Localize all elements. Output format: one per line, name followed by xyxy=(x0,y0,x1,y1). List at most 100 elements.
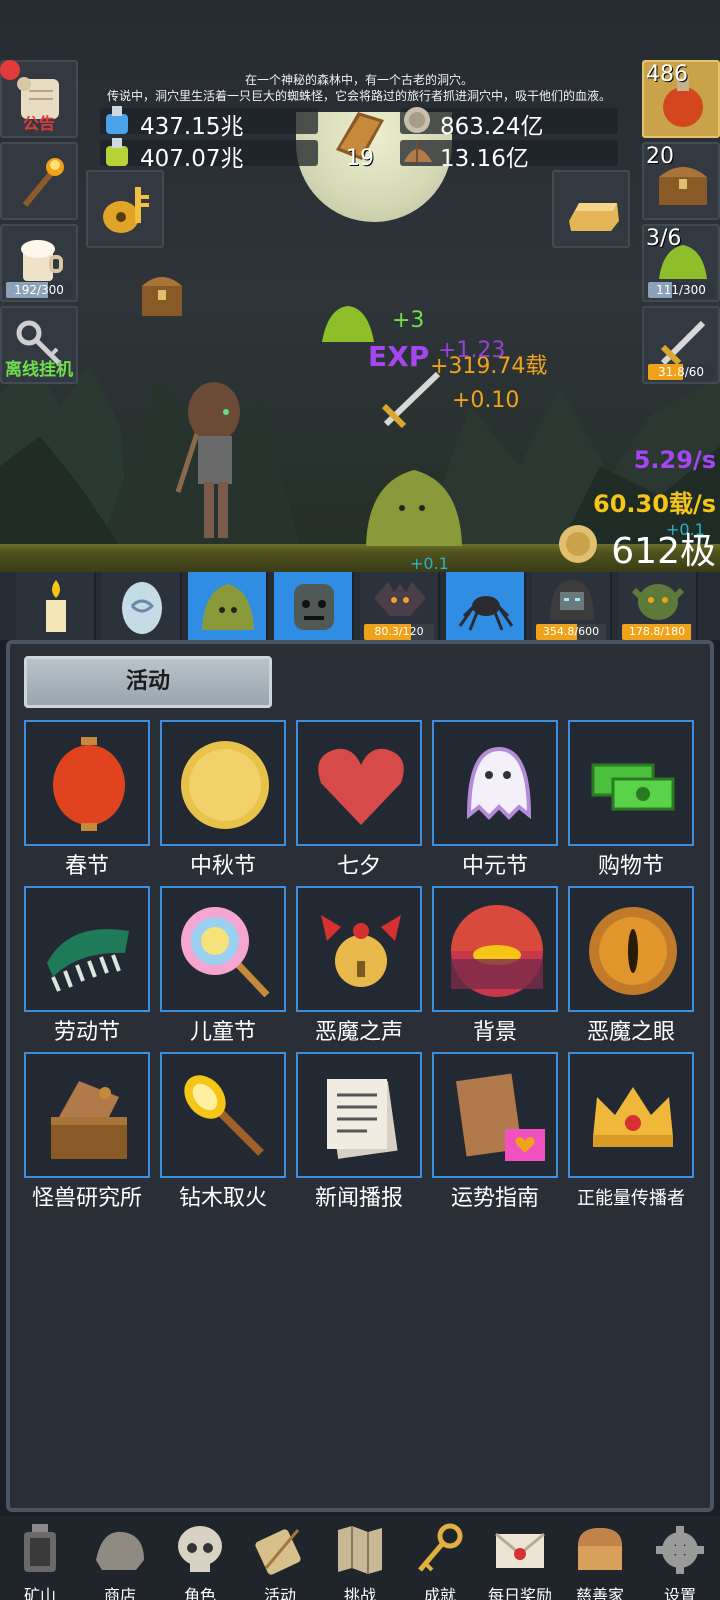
activity-label: 中秋节 xyxy=(189,854,256,879)
nav-challenge[interactable]: 挑战 xyxy=(320,1516,400,1600)
monster-slot-spider[interactable] xyxy=(446,572,526,640)
gold-bar-button[interactable] xyxy=(552,170,630,248)
scrub-brush-icon xyxy=(47,929,129,992)
nav-daily-reward[interactable]: 每日奖励 xyxy=(480,1516,560,1600)
sword-button[interactable]: 31.8/60 xyxy=(642,306,720,384)
potion-shop-button[interactable]: 486 xyxy=(642,60,720,138)
shell-icon xyxy=(404,142,432,162)
monster-slot-zombie[interactable] xyxy=(274,572,354,640)
activity-label: 儿童节 xyxy=(189,1020,256,1045)
red-lantern-icon xyxy=(53,737,125,831)
activity-icon-box xyxy=(160,720,286,846)
treasure-chest-drop-icon xyxy=(142,277,182,316)
monster-slot-candle[interactable] xyxy=(16,572,96,640)
shell-value: 13.16亿 xyxy=(440,146,529,172)
notice-button[interactable]: 公告 xyxy=(0,60,78,138)
newspaper-icon xyxy=(327,1079,398,1159)
activity-fortune-guide[interactable]: 运势指南 xyxy=(432,1052,558,1211)
sword-progress-bar: 31.8/60 xyxy=(648,364,714,380)
slime-button[interactable]: 3/6 111/300 xyxy=(642,224,720,302)
nav-character[interactable]: 角色 xyxy=(160,1516,240,1600)
blue-potion-resource: 437.15兆 xyxy=(100,106,318,140)
activity-panel: 活动 春节 中秋节 七夕 中元节 购物节 劳动节 儿童节 恶魔之声 背景 恶魔之… xyxy=(6,640,714,1512)
milk-button[interactable]: 192/300 xyxy=(0,224,78,302)
scroll-icon xyxy=(255,1529,301,1575)
activity-spring-festival[interactable]: 春节 xyxy=(24,720,150,879)
bread-icon xyxy=(578,1528,622,1570)
activity-qixi[interactable]: 七夕 xyxy=(296,720,422,879)
torch-button[interactable] xyxy=(0,142,78,220)
activity-fire-drill[interactable]: 钻木取火 xyxy=(160,1052,286,1211)
nav-philanthropist[interactable]: 慈善家 xyxy=(560,1516,640,1600)
torch-icon xyxy=(22,158,64,207)
exp-float-plus3: +3 xyxy=(392,308,425,333)
activity-shopping-festival[interactable]: 购物节 xyxy=(568,720,694,879)
ghost-hp-bar: 354.8/600 xyxy=(536,624,606,640)
nav-shop[interactable]: 商店 xyxy=(80,1516,160,1600)
activity-icon-box xyxy=(432,720,558,846)
story-line-1: 在一个神秘的森林中，有一个古老的洞穴。 xyxy=(244,73,473,87)
ghost-icon xyxy=(466,746,532,820)
monster-slot-bat[interactable]: 80.3/120 xyxy=(360,572,440,640)
milk-mug-icon xyxy=(21,240,63,281)
activity-label: 春节 xyxy=(64,854,109,879)
activity-mid-autumn[interactable]: 中秋节 xyxy=(160,720,286,879)
activity-positive-energy[interactable]: 正能量传播者 xyxy=(568,1052,694,1210)
lantern-icon xyxy=(24,1524,56,1572)
shell-resource: 13.16亿 xyxy=(400,140,618,172)
book-count: 19 xyxy=(346,146,374,171)
activity-icon-box xyxy=(296,1052,422,1178)
activity-label: 正能量传播者 xyxy=(577,1188,685,1209)
activity-demon-voice[interactable]: 恶魔之声 xyxy=(296,886,422,1045)
heart-icon xyxy=(318,748,404,825)
activity-label: 劳动节 xyxy=(53,1020,120,1045)
nav-mine[interactable]: 矿山 xyxy=(0,1516,80,1600)
sword-progress-text: 31.8/60 xyxy=(657,365,705,379)
activity-labor-day[interactable]: 劳动节 xyxy=(24,886,150,1045)
nav-settings[interactable]: 设置 xyxy=(640,1516,720,1600)
nav-label: 挑战 xyxy=(343,1586,376,1600)
slime-monster-icon xyxy=(202,584,254,630)
monster-slot-ghost[interactable]: 354.8/600 xyxy=(532,572,612,640)
slime-progress-text: 111/300 xyxy=(656,283,706,297)
story-line-2: 传说中，洞穴里生活着一只巨大的蜘蛛怪，它会将路过的旅行者抓进洞穴中，吸干他们的血… xyxy=(106,89,611,103)
monster-slot-orc[interactable]: 178.8/180 xyxy=(618,572,698,640)
chest-button[interactable]: 20 xyxy=(642,142,720,220)
activity-demon-eye[interactable]: 恶魔之眼 xyxy=(568,886,694,1045)
milk-progress-bar: 192/300 xyxy=(6,282,72,298)
activity-label: 恶魔之眼 xyxy=(586,1020,675,1045)
fire-stick-icon xyxy=(184,1075,264,1156)
silver-coin-resource: 863.24亿 xyxy=(400,107,618,140)
demon-eye-icon xyxy=(589,907,677,995)
activity-label: 新闻播报 xyxy=(314,1186,403,1211)
bat-hp-text: 80.3/120 xyxy=(374,625,424,638)
silver-coin-value: 863.24亿 xyxy=(440,114,544,140)
activity-icon-box xyxy=(160,1052,286,1178)
activity-icon-box xyxy=(24,1052,150,1178)
sunset-orb-icon xyxy=(451,905,543,997)
activity-background[interactable]: 背景 xyxy=(432,886,558,1045)
full-moon-icon xyxy=(181,741,269,829)
activity-label: 购物节 xyxy=(597,854,664,879)
activity-news[interactable]: 新闻播报 xyxy=(296,1052,422,1211)
orc-hp-text: 178.8/180 xyxy=(628,625,686,638)
nav-label: 活动 xyxy=(263,1586,296,1600)
nav-activity[interactable]: 活动 xyxy=(240,1516,320,1600)
bat-hp-bar: 80.3/120 xyxy=(364,624,434,640)
offline-idle-button[interactable]: 离线挂机 xyxy=(0,306,78,384)
gear-icon xyxy=(656,1526,704,1574)
stone-tablet-icon xyxy=(96,1531,144,1570)
activity-childrens-day[interactable]: 儿童节 xyxy=(160,886,286,1045)
nav-label: 设置 xyxy=(663,1586,696,1600)
fortune-card-icon xyxy=(455,1073,545,1161)
nav-achievement[interactable]: 成就 xyxy=(400,1516,480,1600)
monster-slot-slime[interactable] xyxy=(188,572,268,640)
activity-icon-box xyxy=(24,720,150,846)
level-display: 612极 xyxy=(611,531,716,572)
golden-lock-button[interactable] xyxy=(86,170,164,248)
blue-potion-value: 437.15兆 xyxy=(140,114,244,140)
slime-enemy xyxy=(366,470,462,546)
monster-slot-egg[interactable] xyxy=(102,572,182,640)
activity-monster-lab[interactable]: 怪兽研究所 xyxy=(24,1052,150,1211)
activity-ghost-festival[interactable]: 中元节 xyxy=(432,720,558,879)
